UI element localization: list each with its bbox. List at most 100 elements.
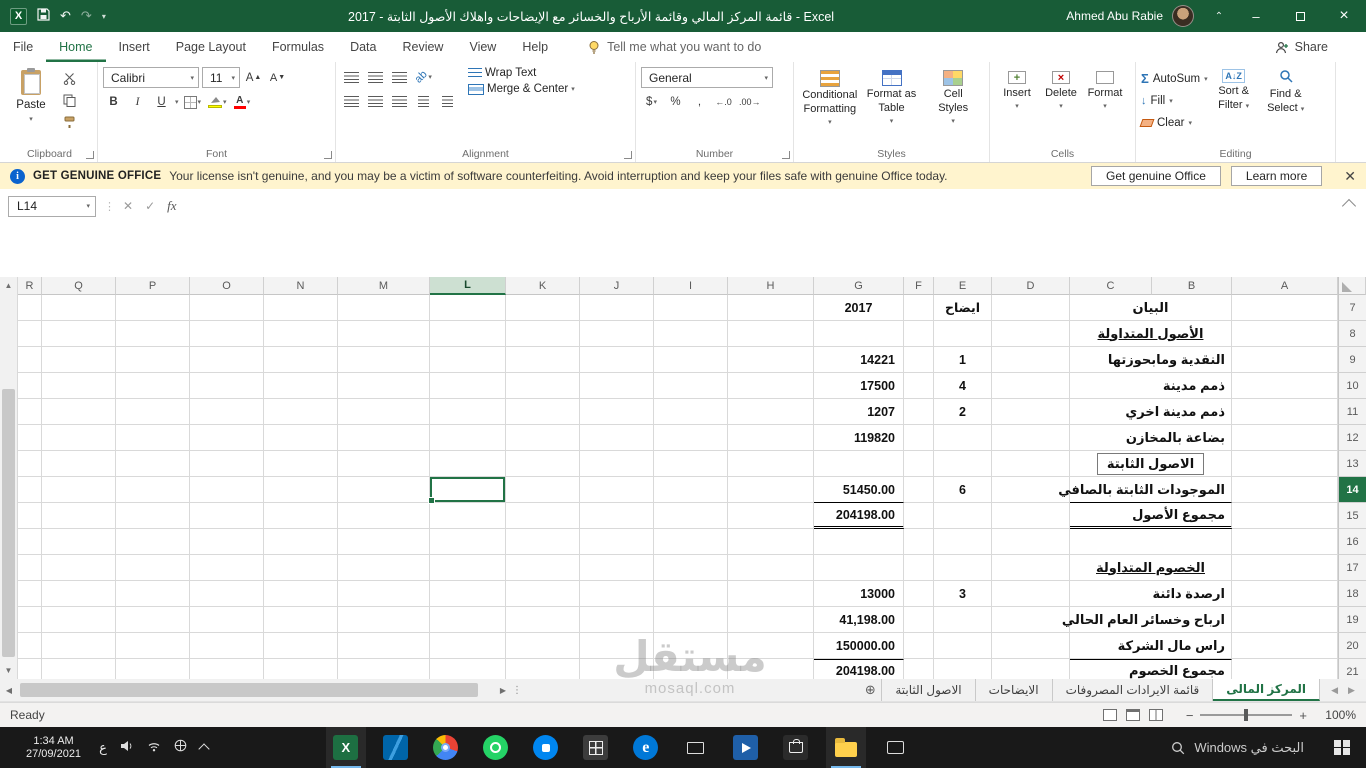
avatar[interactable] bbox=[1172, 5, 1194, 27]
row-header-19[interactable]: 19 bbox=[1338, 607, 1366, 633]
cell-C21[interactable]: مجموع الخصوم bbox=[1070, 659, 1232, 679]
cell-M20[interactable] bbox=[338, 633, 430, 659]
sheet-tab-2[interactable]: قائمة الايرادات المصروفات bbox=[1053, 679, 1214, 701]
cancel-entry-icon[interactable]: ✕ bbox=[123, 199, 133, 213]
name-box-dropdown-icon[interactable]: ▾ bbox=[86, 202, 90, 210]
cell-O20[interactable] bbox=[190, 633, 264, 659]
increase-font-size-button[interactable]: A ▲ bbox=[243, 68, 264, 88]
cell-C18[interactable]: ارصدة دائنة bbox=[1070, 581, 1232, 607]
cell-F7[interactable] bbox=[904, 295, 934, 321]
cell-I17[interactable] bbox=[654, 555, 728, 581]
sheet-nav-prev-icon[interactable]: ◀ bbox=[1331, 685, 1338, 696]
cell-F11[interactable] bbox=[904, 399, 934, 425]
zoom-in-icon[interactable]: + bbox=[1299, 708, 1307, 723]
cell-M12[interactable] bbox=[338, 425, 430, 451]
cell-J10[interactable] bbox=[580, 373, 654, 399]
cell-N9[interactable] bbox=[264, 347, 338, 373]
cell-L8[interactable] bbox=[430, 321, 506, 347]
column-header-D[interactable]: D bbox=[992, 277, 1070, 295]
cell-R8[interactable] bbox=[18, 321, 42, 347]
cell-O16[interactable] bbox=[190, 529, 264, 555]
cell-M21[interactable] bbox=[338, 659, 430, 679]
cell-R15[interactable] bbox=[18, 503, 42, 529]
taskbar-icon-vscode[interactable] bbox=[376, 727, 416, 768]
cell-C8[interactable]: الأصول المتداولة bbox=[1070, 321, 1232, 347]
ribbon-tab-help[interactable]: Help bbox=[509, 32, 561, 62]
clear-button[interactable]: Clear ▾ bbox=[1139, 113, 1208, 132]
cell-I9[interactable] bbox=[654, 347, 728, 373]
cell-E9[interactable]: 1 bbox=[934, 347, 992, 373]
cell-R7[interactable] bbox=[18, 295, 42, 321]
save-icon[interactable] bbox=[37, 8, 50, 24]
borders-button[interactable]: ▾ bbox=[182, 92, 204, 112]
taskbar-icon-calculator[interactable] bbox=[576, 727, 616, 768]
column-header-P[interactable]: P bbox=[116, 277, 190, 295]
row-header-15[interactable]: 15 bbox=[1338, 503, 1366, 529]
cell-G8[interactable] bbox=[814, 321, 904, 347]
cell-M16[interactable] bbox=[338, 529, 430, 555]
cell-O7[interactable] bbox=[190, 295, 264, 321]
zoom-percent[interactable]: 100% bbox=[1316, 708, 1356, 722]
horizontal-scrollbar[interactable] bbox=[20, 683, 492, 697]
font-color-button[interactable]: A ▾ bbox=[232, 92, 253, 112]
cell-J9[interactable] bbox=[580, 347, 654, 373]
alignment-dialog-launcher-icon[interactable] bbox=[624, 151, 632, 159]
cell-K15[interactable] bbox=[506, 503, 580, 529]
sheet-nav-next-icon[interactable]: ▶ bbox=[1348, 685, 1355, 696]
cell-L13[interactable] bbox=[430, 451, 506, 477]
cell-K21[interactable] bbox=[506, 659, 580, 679]
paste-button[interactable]: Paste ▾ bbox=[7, 65, 55, 145]
insert-function-icon[interactable]: fx bbox=[167, 198, 176, 214]
cell-H15[interactable] bbox=[728, 503, 814, 529]
cell-R12[interactable] bbox=[18, 425, 42, 451]
cell-O10[interactable] bbox=[190, 373, 264, 399]
cell-P19[interactable] bbox=[116, 607, 190, 633]
name-box[interactable]: L14 ▾ bbox=[8, 195, 96, 217]
cell-C10[interactable]: ذمم مدينة bbox=[1070, 373, 1232, 399]
cell-I21[interactable] bbox=[654, 659, 728, 679]
cell-G21[interactable]: 204198.00 bbox=[814, 659, 904, 679]
row-header-14[interactable]: 14 bbox=[1338, 477, 1366, 503]
taskbar-icon-file-explorer[interactable] bbox=[825, 727, 866, 768]
cell-C14[interactable]: الموجودات الثابتة بالصافي bbox=[1058, 477, 1232, 503]
cell-D15[interactable] bbox=[992, 503, 1070, 529]
cell-P20[interactable] bbox=[116, 633, 190, 659]
cell-F17[interactable] bbox=[904, 555, 934, 581]
cell-H8[interactable] bbox=[728, 321, 814, 347]
cell-D7[interactable] bbox=[992, 295, 1070, 321]
cell-I15[interactable] bbox=[654, 503, 728, 529]
cell-M10[interactable] bbox=[338, 373, 430, 399]
cell-L10[interactable] bbox=[430, 373, 506, 399]
cell-H12[interactable] bbox=[728, 425, 814, 451]
column-header-H[interactable]: H bbox=[728, 277, 814, 295]
row-header-7[interactable]: 7 bbox=[1338, 295, 1366, 321]
cell-H9[interactable] bbox=[728, 347, 814, 373]
vertical-scrollbar-thumb[interactable] bbox=[2, 389, 15, 657]
cell-A15[interactable] bbox=[1232, 503, 1338, 529]
cell-D11[interactable] bbox=[992, 399, 1070, 425]
cell-L21[interactable] bbox=[430, 659, 506, 679]
cell-P17[interactable] bbox=[116, 555, 190, 581]
cell-M19[interactable] bbox=[338, 607, 430, 633]
cell-O12[interactable] bbox=[190, 425, 264, 451]
cell-J11[interactable] bbox=[580, 399, 654, 425]
customize-quick-access-icon[interactable]: ▾ bbox=[102, 12, 106, 21]
align-right-button[interactable] bbox=[389, 91, 410, 111]
cell-G17[interactable] bbox=[814, 555, 904, 581]
cell-E14[interactable]: 6 bbox=[934, 477, 992, 503]
redo-icon[interactable]: ↷ bbox=[81, 8, 92, 24]
cell-J13[interactable] bbox=[580, 451, 654, 477]
orientation-button[interactable]: ab ▾ bbox=[413, 67, 434, 87]
underline-button[interactable]: U bbox=[151, 92, 172, 112]
autosum-button[interactable]: Σ AutoSum ▾ bbox=[1141, 69, 1208, 88]
cell-R13[interactable] bbox=[18, 451, 42, 477]
cell-D17[interactable] bbox=[992, 555, 1070, 581]
cell-styles-button[interactable]: Cell Styles ▾ bbox=[922, 65, 984, 145]
cell-A20[interactable] bbox=[1232, 633, 1338, 659]
column-header-E[interactable]: E bbox=[934, 277, 992, 295]
cell-G13[interactable] bbox=[814, 451, 904, 477]
hscroll-right-icon[interactable]: ▶ bbox=[494, 679, 512, 701]
cell-A11[interactable] bbox=[1232, 399, 1338, 425]
cell-N12[interactable] bbox=[264, 425, 338, 451]
zoom-slider[interactable] bbox=[1200, 709, 1293, 721]
